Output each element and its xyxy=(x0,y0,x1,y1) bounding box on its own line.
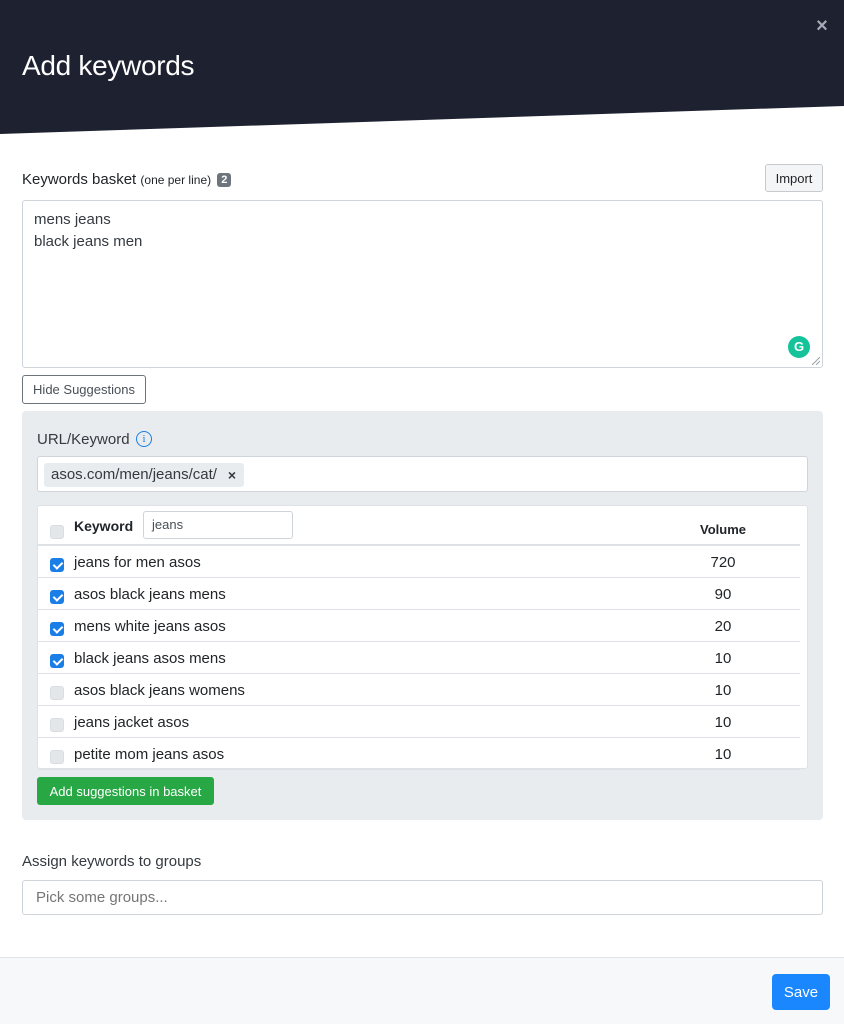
row-keyword: mens white jeans asos xyxy=(74,618,226,635)
add-suggestions-button[interactable]: Add suggestions in basket xyxy=(37,777,214,805)
modal-title: Add keywords xyxy=(22,50,195,81)
row-checkbox[interactable] xyxy=(50,590,64,604)
table-row: jeans for men asos 720 xyxy=(38,546,800,578)
row-keyword: jeans jacket asos xyxy=(74,714,190,731)
row-keyword: asos black jeans womens xyxy=(74,682,245,699)
row-volume: 10 xyxy=(714,746,732,763)
row-checkbox[interactable] xyxy=(50,558,64,572)
basket-line: black jeans men xyxy=(34,233,143,250)
save-button[interactable]: Save xyxy=(772,974,830,1010)
table-row: mens white jeans asos 20 xyxy=(38,610,800,642)
resize-grip-icon[interactable] xyxy=(812,357,820,365)
volume-column-header[interactable]: Volume xyxy=(700,522,746,537)
table-row: asos black jeans mens 90 xyxy=(38,578,800,610)
hide-suggestions-button[interactable]: Hide Suggestions xyxy=(22,375,146,404)
row-checkbox[interactable] xyxy=(50,750,64,764)
close-icon[interactable]: × xyxy=(814,16,830,36)
row-keyword: asos black jeans mens xyxy=(74,586,226,603)
row-volume: 10 xyxy=(714,682,732,699)
row-volume: 90 xyxy=(714,586,732,603)
keywords-basket-label: Keywords basket (one per line) 2 xyxy=(22,171,232,188)
keywords-basket-textarea[interactable]: mens jeans black jeans men G xyxy=(22,200,823,368)
url-tag: asos.com/men/jeans/cat/ × xyxy=(44,463,245,487)
table-row: jeans jacket asos 10 xyxy=(38,706,800,738)
row-keyword: jeans for men asos xyxy=(74,554,201,571)
row-checkbox[interactable] xyxy=(50,622,64,636)
basket-label-text: Keywords basket xyxy=(22,171,137,188)
select-all-checkbox[interactable] xyxy=(50,525,64,539)
row-checkbox[interactable] xyxy=(50,654,64,668)
table-row: black jeans asos mens 10 xyxy=(38,642,800,674)
url-keyword-input[interactable]: asos.com/men/jeans/cat/ × xyxy=(37,456,808,492)
row-keyword: petite mom jeans asos xyxy=(74,746,225,763)
basket-line: mens jeans xyxy=(34,211,111,228)
info-icon[interactable]: i xyxy=(136,431,152,447)
groups-picker-input[interactable] xyxy=(22,880,823,915)
modal-header: Add keywords × xyxy=(0,0,844,134)
basket-hint: (one per line) xyxy=(140,173,212,187)
table-header: Keyword jeans Volume xyxy=(38,506,800,546)
row-checkbox[interactable] xyxy=(50,686,64,700)
table-row: petite mom jeans asos 10 xyxy=(38,738,800,770)
keyword-column-header: Keyword xyxy=(74,518,134,534)
import-button[interactable]: Import xyxy=(765,164,823,192)
row-checkbox[interactable] xyxy=(50,718,64,732)
modal-footer: Save xyxy=(0,957,844,1024)
basket-count-badge: 2 xyxy=(217,173,232,187)
suggestions-table: Keyword jeans Volume jeans for men asos 7… xyxy=(37,505,808,770)
row-keyword: black jeans asos mens xyxy=(74,650,226,667)
url-tag-text: asos.com/men/jeans/cat/ xyxy=(51,466,217,483)
url-keyword-label: URL/Keyword xyxy=(37,431,130,448)
row-volume: 720 xyxy=(710,554,736,571)
keyword-filter-input[interactable]: jeans xyxy=(143,511,293,539)
suggestions-panel: URL/Keyword i asos.com/men/jeans/cat/ × … xyxy=(22,411,823,820)
table-row: asos black jeans womens 10 xyxy=(38,674,800,706)
assign-groups-label: Assign keywords to groups xyxy=(22,853,202,870)
row-volume: 10 xyxy=(714,714,732,731)
row-volume: 10 xyxy=(714,650,732,667)
row-volume: 20 xyxy=(714,618,732,635)
grammarly-icon[interactable]: G xyxy=(788,336,810,358)
tag-remove-icon[interactable]: × xyxy=(228,463,236,487)
